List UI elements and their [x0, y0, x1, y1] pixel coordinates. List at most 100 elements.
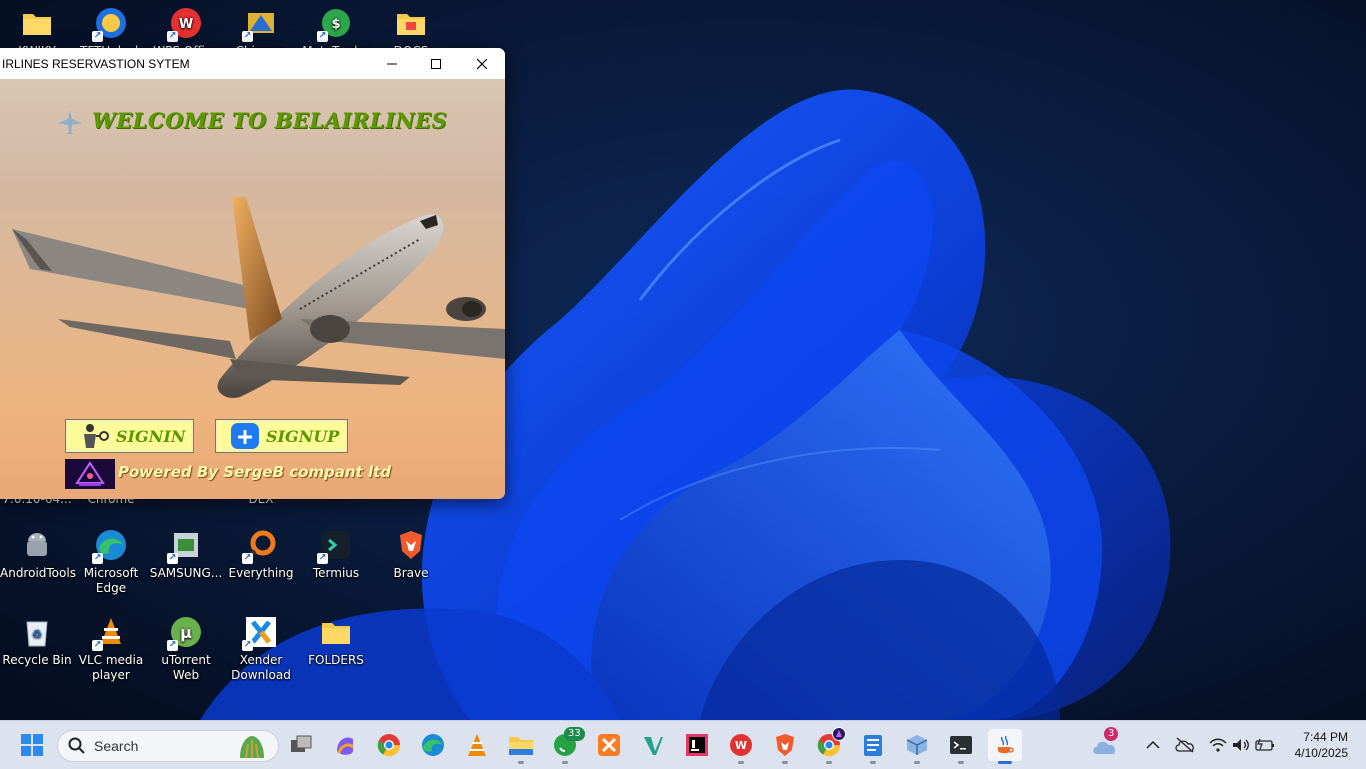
notepad-icon [864, 735, 882, 756]
edge-icon: ↗ [92, 528, 128, 564]
chimera-icon: ↗ [242, 6, 278, 42]
maximize-button[interactable] [413, 48, 458, 79]
volume-button[interactable] [1228, 729, 1254, 761]
taskbar-terminal[interactable] [944, 729, 978, 764]
utorrent-icon: µ ↗ [167, 615, 203, 651]
copilot-icon [337, 737, 355, 755]
taskbar-visual-studio-code-insiders[interactable] [636, 729, 670, 761]
taskbar-wps-office[interactable]: W [724, 729, 758, 764]
taskbar-virtualbox[interactable] [900, 729, 934, 764]
recycle-bin-icon: ♻ [20, 615, 54, 649]
brave-icon [776, 734, 794, 756]
cube-icon [906, 735, 928, 755]
desktop-icon-brave[interactable]: Brave [374, 528, 448, 581]
folder-icon [20, 6, 54, 40]
taskbar-vlc[interactable] [460, 729, 494, 761]
running-indicator [738, 761, 744, 764]
signup-button[interactable]: SIGNUP [215, 419, 348, 453]
taskbar-search[interactable]: Search [57, 730, 279, 762]
minimize-button[interactable] [369, 48, 414, 79]
taskbar-java-app[interactable] [988, 729, 1022, 764]
running-indicator [914, 761, 920, 764]
onedrive-status[interactable] [1170, 729, 1200, 761]
taskbar-whatsapp[interactable]: 33 [548, 727, 585, 764]
close-button[interactable] [459, 48, 504, 79]
show-hidden-icons-button[interactable] [1138, 729, 1168, 761]
desktop-icon-utorrent[interactable]: µ ↗ uTorrent Web [149, 615, 223, 683]
app-content: WELCOME TO BELAIRLINES SIGNIN SIGNUP Pow… [0, 79, 505, 499]
signin-icon [84, 424, 109, 448]
running-indicator [870, 761, 876, 764]
welcome-heading: WELCOME TO BELAIRLINES [92, 108, 448, 133]
running-indicator [782, 761, 788, 764]
xender-icon: ↗ [242, 615, 278, 651]
folder-icon [319, 615, 353, 649]
wifi-icon [1209, 738, 1227, 752]
minimize-icon [386, 63, 397, 64]
desktop-icon-samsung[interactable]: ↗ SAMSUNG... [149, 528, 223, 581]
svg-text:♻: ♻ [32, 628, 42, 641]
taskbar-copilot[interactable] [328, 729, 362, 761]
clock[interactable]: 7:44 PM 4/10/2025 [1295, 729, 1348, 761]
taskbar-chrome[interactable] [372, 729, 406, 761]
tftunlock-icon: ↗ [92, 6, 128, 42]
task-view-icon [291, 735, 312, 752]
java-icon [998, 735, 1014, 754]
powered-by-text: Powered By SergeB compant ltd [118, 463, 392, 481]
svg-text:µ: µ [180, 623, 192, 642]
start-button[interactable] [15, 729, 49, 761]
desktop-icon-vlc[interactable]: ↗ VLC media player [74, 615, 148, 683]
android-icon [20, 528, 54, 562]
termius-icon: ↗ [317, 528, 353, 564]
file-explorer-icon [509, 737, 533, 755]
taskbar-notepad[interactable] [856, 729, 890, 764]
vlc-icon [468, 734, 486, 756]
intellij-icon [686, 734, 708, 756]
taskbar-brave[interactable] [768, 729, 802, 764]
windows-logo-icon [21, 734, 43, 756]
metatrader-icon: $ ↗ [317, 6, 353, 42]
signin-label: SIGNIN [116, 426, 186, 446]
weather-widget[interactable]: 3 [1088, 727, 1122, 761]
folder-icon [394, 6, 428, 40]
svg-text:W: W [735, 739, 747, 752]
desktop-icon-recycle-bin[interactable]: ♻ Recycle Bin [0, 615, 74, 668]
close-icon [476, 58, 487, 69]
brave-icon [394, 528, 428, 562]
whatsapp-badge: 33 [564, 727, 585, 741]
signin-button[interactable]: SIGNIN [65, 419, 194, 453]
desktop-icon-xender[interactable]: ↗ Xender Download [224, 615, 298, 683]
taskbar-intellij[interactable] [680, 729, 714, 761]
running-indicator [518, 761, 524, 764]
add-user-icon [231, 423, 259, 449]
desktop-icon-everything[interactable]: ↗ Everything [224, 528, 298, 581]
taskbar-chrome-profile[interactable] [812, 727, 846, 764]
search-icon [68, 737, 85, 754]
title-bar[interactable]: IRLINES RESERVASTION SYTEM [0, 48, 505, 79]
task-view-button[interactable] [284, 729, 318, 761]
taskbar-xampp[interactable] [592, 729, 626, 761]
cloud-off-icon [1175, 737, 1194, 753]
vlc-icon: ↗ [92, 615, 128, 651]
company-logo [65, 459, 115, 489]
signup-label: SIGNUP [266, 426, 340, 446]
svg-text:W: W [179, 17, 193, 32]
terminal-icon [950, 736, 972, 754]
desktop-icon-microsoft-edge[interactable]: ↗ Microsoft Edge [74, 528, 148, 596]
desktop-icon-folders[interactable]: FOLDERS [299, 615, 373, 668]
airline-reservation-window: IRLINES RESERVASTION SYTEM WELCOME TO BE… [0, 48, 505, 499]
code-editor-icon [644, 737, 663, 755]
search-placeholder: Search [94, 738, 139, 754]
battery-charging-icon [1255, 738, 1274, 751]
desktop-icon-termius[interactable]: ↗ Termius [299, 528, 373, 581]
clock-time: 7:44 PM [1303, 730, 1348, 744]
taskbar-edge[interactable] [416, 729, 450, 761]
battery-button[interactable] [1252, 729, 1278, 761]
samsung-tool-icon: ↗ [167, 528, 203, 564]
desktop-icon-androidtools[interactable]: AndroidTools [0, 528, 76, 581]
clock-date: 4/10/2025 [1294, 746, 1348, 760]
everything-search-icon: ↗ [242, 528, 278, 564]
taskbar-file-explorer[interactable] [504, 729, 538, 764]
airplane-icon [58, 110, 82, 134]
running-indicator [958, 761, 964, 764]
